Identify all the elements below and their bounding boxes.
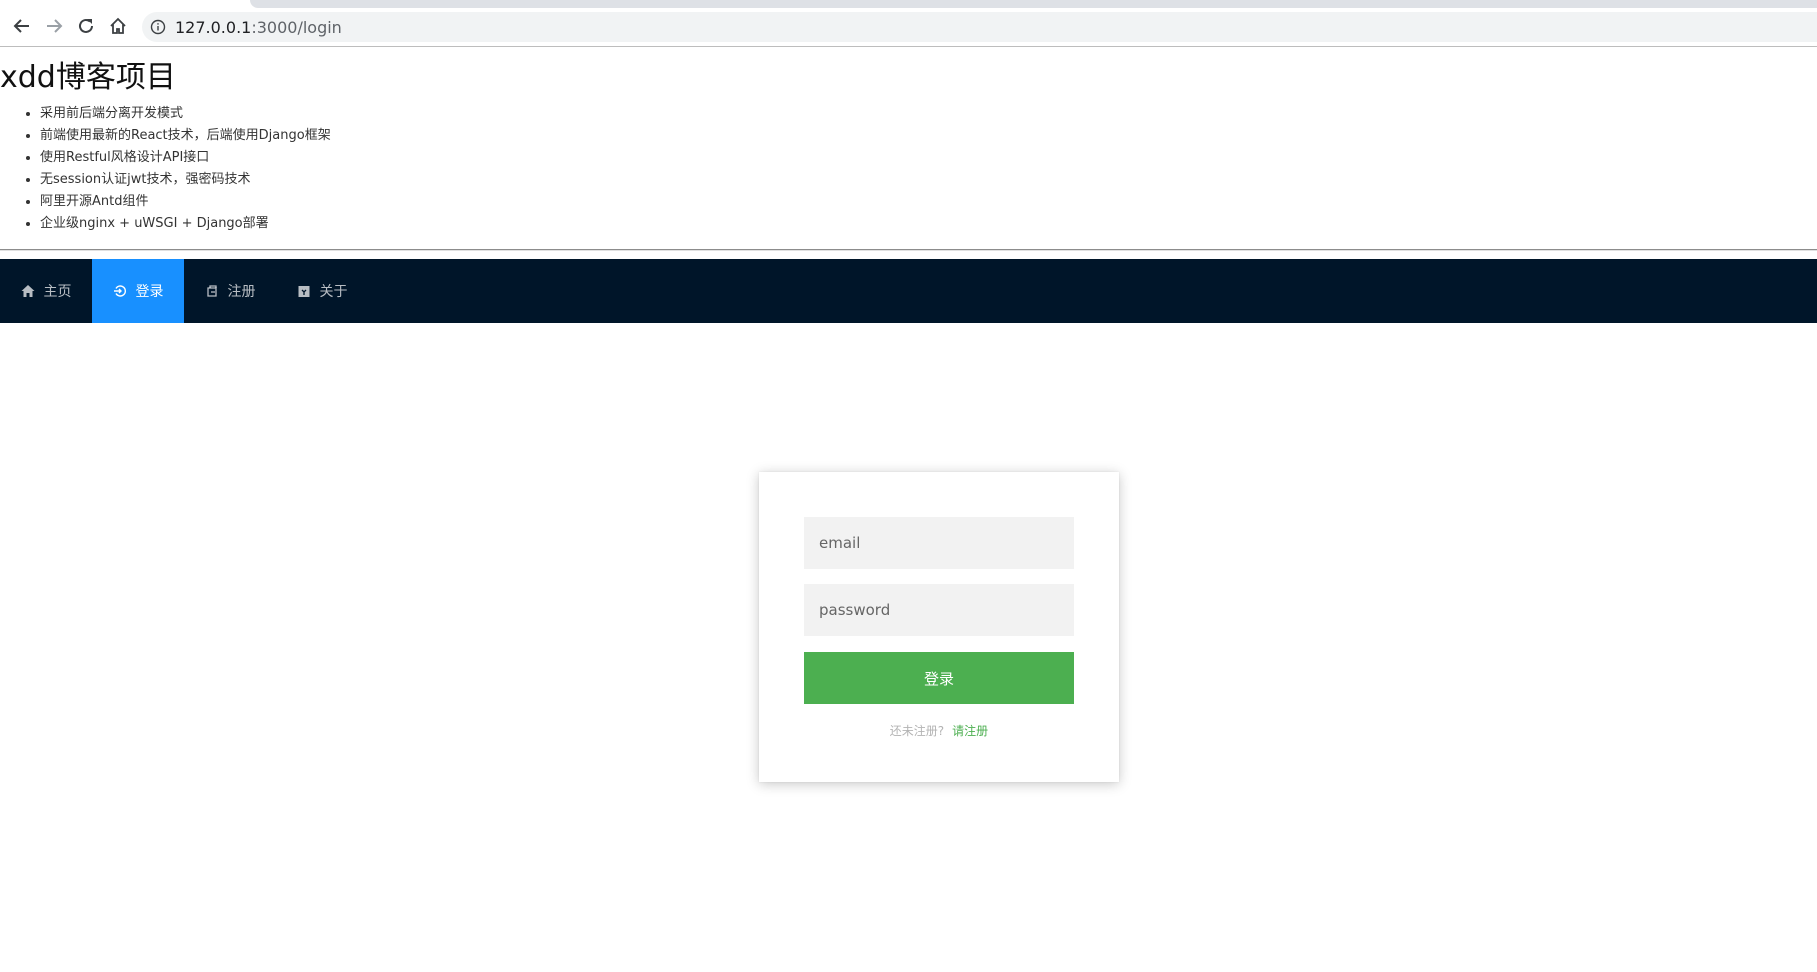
feature-item: 使用Restful风格设计API接口 (40, 147, 331, 169)
home-button[interactable] (105, 13, 131, 39)
feature-item: 企业级nginx + uWSGI + Django部署 (40, 213, 331, 235)
menu-item-label: 关于 (319, 284, 348, 300)
tab-strip (250, 0, 1817, 8)
url-text: 127.0.0.1:3000/login (175, 18, 342, 37)
url-host: 127.0.0.1 (175, 18, 252, 37)
login-icon (113, 284, 127, 298)
address-bar[interactable]: 127.0.0.1:3000/login (142, 12, 1817, 42)
reload-button[interactable] (73, 13, 99, 39)
forward-arrow-icon (47, 19, 63, 33)
menu-item-label: 主页 (43, 284, 72, 300)
reload-icon (79, 18, 93, 33)
divider (0, 249, 1817, 251)
url-path: :3000/login (251, 18, 342, 37)
email-field[interactable] (804, 517, 1074, 569)
menu-item-register[interactable]: 注册 (184, 259, 276, 323)
register-link[interactable]: 请注册 (952, 724, 988, 738)
home-outline-icon (110, 17, 126, 34)
password-field[interactable] (804, 584, 1074, 636)
feature-item: 前端使用最新的React技术，后端使用Django框架 (40, 125, 331, 147)
menu-item-label: 注册 (227, 284, 256, 300)
register-prompt-line: 还未注册? 请注册 (759, 722, 1119, 739)
back-button[interactable] (9, 13, 35, 39)
feature-item: 无session认证jwt技术，强密码技术 (40, 169, 331, 191)
menu-item-about[interactable]: 关于 (276, 259, 368, 323)
about-icon (297, 284, 311, 298)
menu-item-label: 登录 (135, 284, 164, 300)
menu-item-login[interactable]: 登录 (92, 259, 184, 323)
forward-button[interactable] (41, 13, 67, 39)
feature-list: 采用前后端分离开发模式 前端使用最新的React技术，后端使用Django框架 … (0, 103, 331, 235)
menu-item-home[interactable]: 主页 (0, 259, 92, 323)
login-button[interactable]: 登录 (804, 652, 1074, 704)
login-card: 登录 还未注册? 请注册 (759, 472, 1119, 782)
home-icon (21, 284, 35, 298)
feature-item: 采用前后端分离开发模式 (40, 103, 331, 125)
feature-item: 阿里开源Antd组件 (40, 191, 331, 213)
top-menu: 主页 登录 注册 关于 (0, 259, 1817, 323)
site-title: xdd博客项目 (0, 60, 176, 95)
info-icon[interactable] (150, 19, 166, 35)
register-icon (205, 284, 219, 298)
browser-toolbar: 127.0.0.1:3000/login (0, 0, 1817, 47)
register-prompt: 还未注册? (889, 724, 945, 738)
back-arrow-icon (13, 19, 29, 33)
